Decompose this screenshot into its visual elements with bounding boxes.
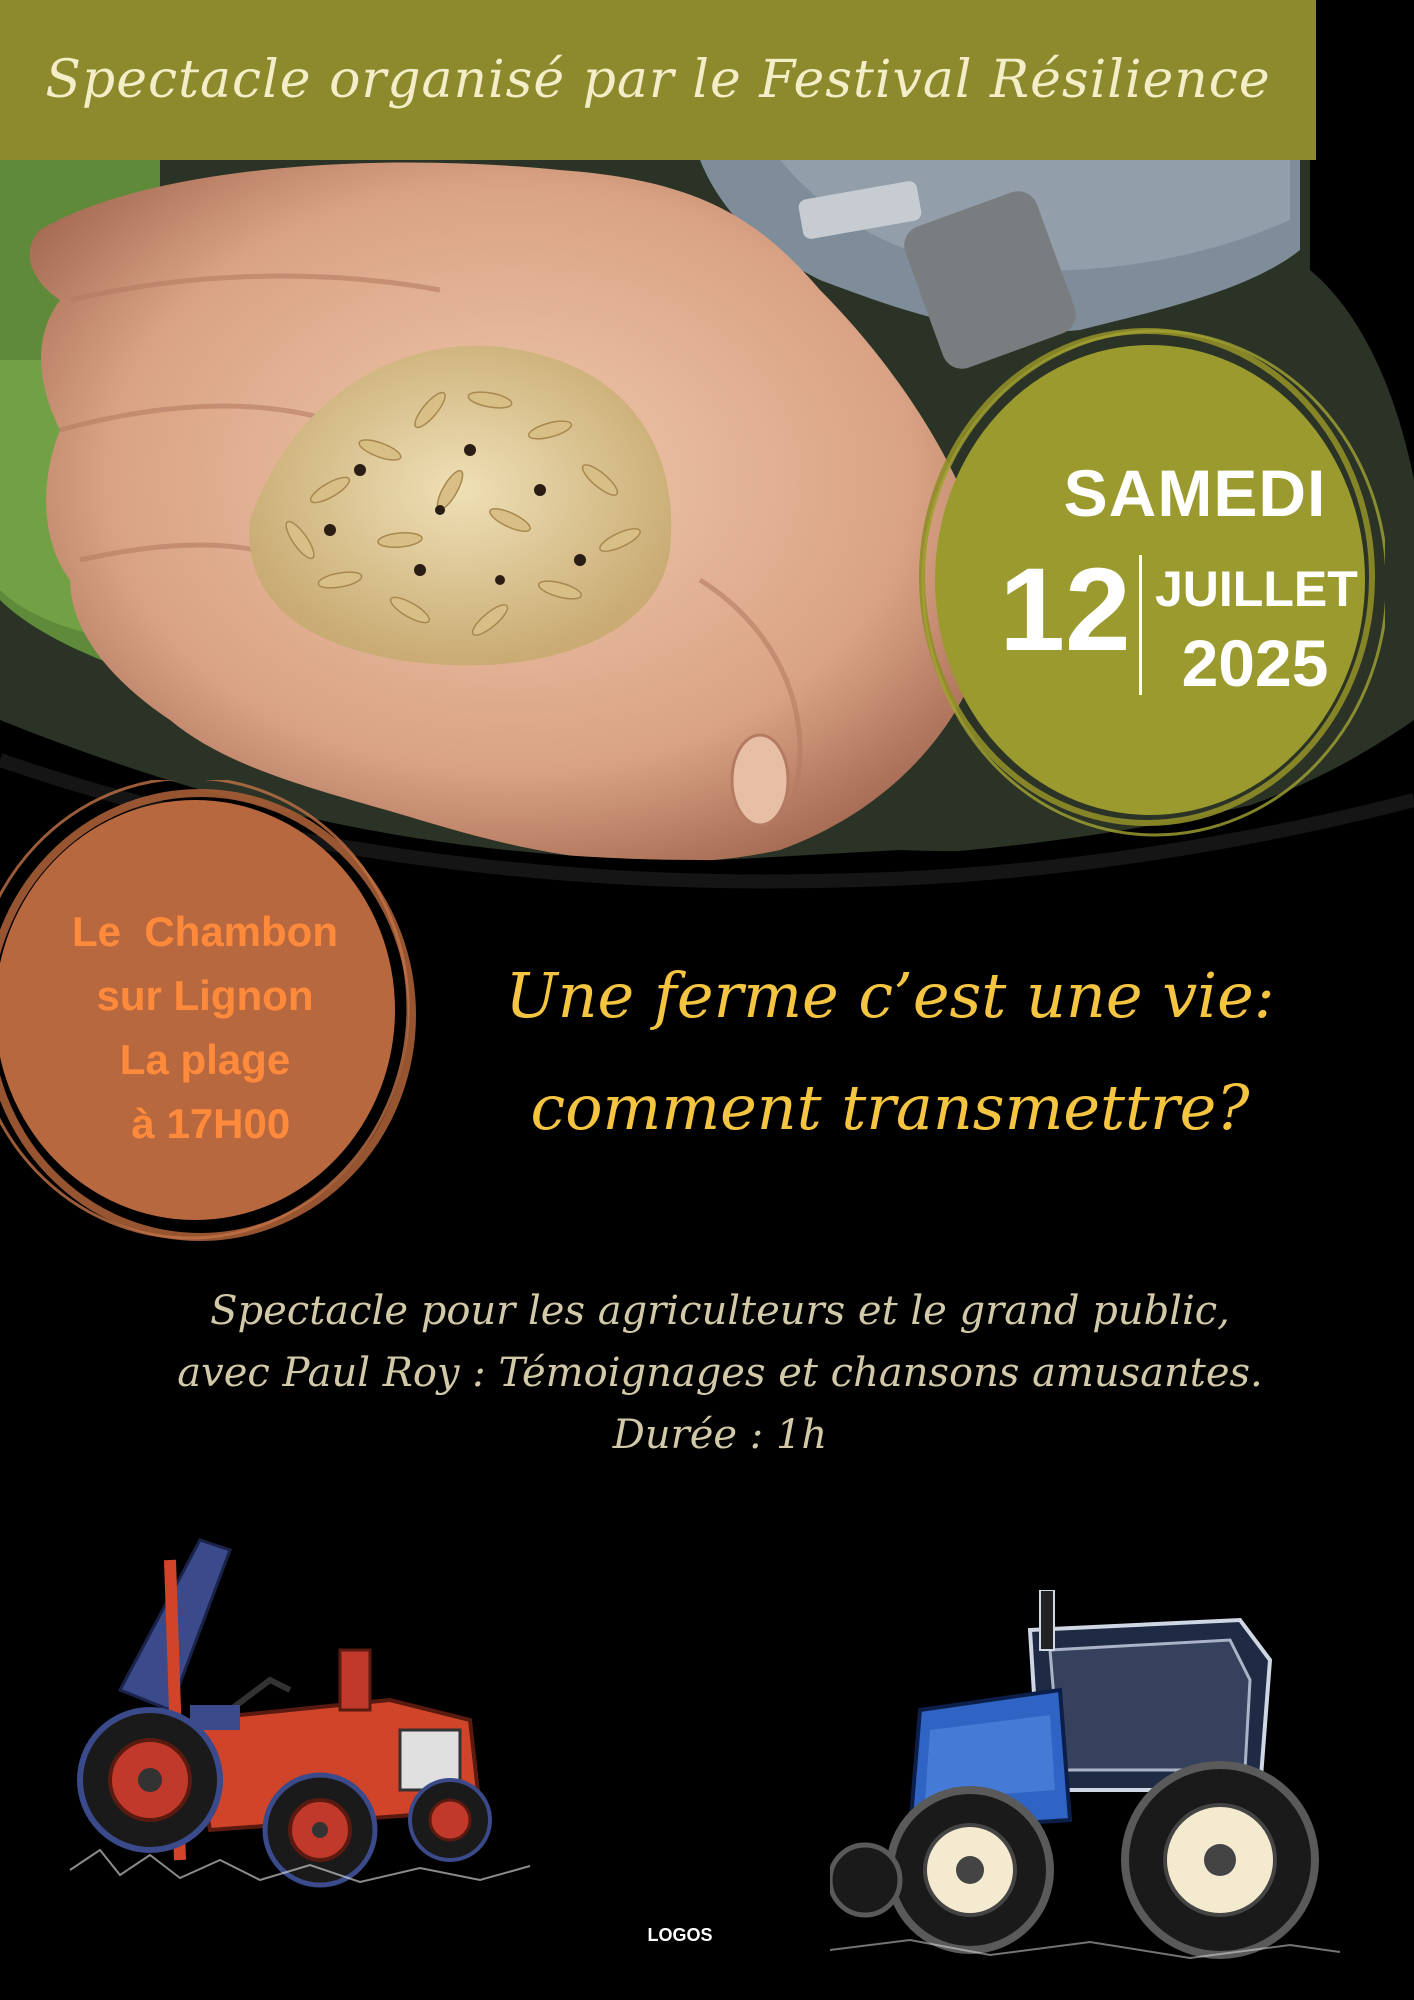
location-line: à 17H00	[119, 1100, 291, 1147]
date-badge: SAMEDI 12 JUILLET 2025	[915, 315, 1385, 845]
headline: Une ferme c’est une vie: comment transme…	[420, 940, 1360, 1164]
description-line: Spectacle pour les agriculteurs et le gr…	[210, 1288, 1230, 1334]
location-line: Le Chambon	[71, 908, 338, 955]
location-line: sur Lignon	[96, 972, 314, 1019]
date-month: JUILLET	[1155, 561, 1358, 617]
location-line: La plage	[119, 1036, 291, 1083]
date-day-name: SAMEDI	[1063, 456, 1327, 530]
description: Spectacle pour les agriculteurs et le gr…	[100, 1280, 1340, 1466]
red-tractor-illustration	[60, 1530, 560, 1900]
blue-tractor-illustration	[830, 1590, 1340, 1970]
date-separator	[1139, 555, 1142, 695]
description-line: Durée : 1h	[612, 1412, 828, 1458]
poster: Spectacle organisé par le Festival Résil…	[0, 0, 1414, 2000]
headline-line: comment transmettre?	[530, 1071, 1250, 1144]
location-badge: Le Chambon sur Lignon La plage à 17H00	[0, 780, 420, 1250]
date-day-number: 12	[999, 544, 1131, 676]
logos-label: LOGOS	[647, 1925, 713, 1945]
headline-line: Une ferme c’est une vie:	[505, 959, 1275, 1032]
top-banner: Spectacle organisé par le Festival Résil…	[0, 0, 1316, 160]
location-text: Le Chambon sur Lignon La plage à 17H00	[20, 900, 390, 1156]
description-line: avec Paul Roy : Témoignages et chansons …	[177, 1350, 1263, 1396]
date-year: 2025	[1181, 626, 1329, 700]
banner-text: Spectacle organisé par le Festival Résil…	[45, 50, 1271, 110]
